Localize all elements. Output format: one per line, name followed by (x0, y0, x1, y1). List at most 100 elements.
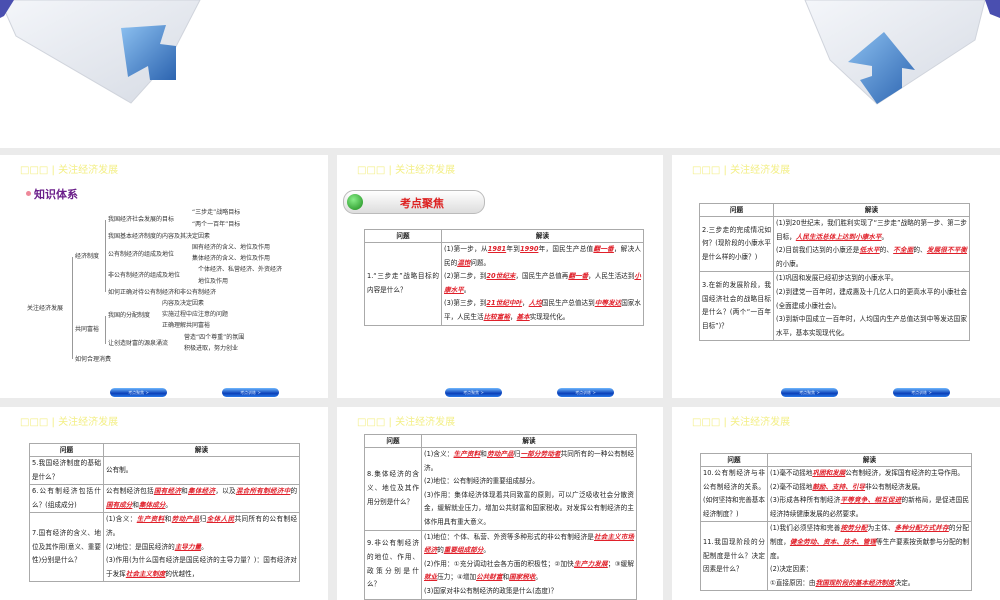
slide-focus-1[interactable]: □□□ | 关注经济发展 考点聚焦 问题 解读 1.“三步走”战略目标的内容是什么？… (337, 155, 663, 398)
table-header-row: 问题 解读 (364, 229, 644, 243)
column-header: 问题 (364, 229, 442, 243)
answer-paragraph: 公有制。 (106, 464, 297, 478)
answer-text: ；③缓解 (607, 559, 634, 568)
mindmap-node: 我国基本经济制度的内容及其决定因素 (108, 233, 211, 240)
highlighted-key-term: 主导力量 (174, 542, 202, 551)
answer-text: ， (522, 299, 529, 308)
mindmap-node: “两个一百年”目标 (192, 221, 241, 228)
answer-paragraph: (1)到20世纪末，我们胜利实现了“三步走”战略的第一步、第二步目标，人民生活总… (776, 217, 967, 244)
answer-text: 国民生产总值达到 (541, 299, 595, 308)
nav-next-button[interactable]: 考点训练 > (557, 388, 614, 397)
mindmap-node: 让创造财富的源泉涌流 (108, 340, 169, 347)
answer-text: 。 (201, 542, 208, 551)
answer-text: (1)第一步，从 (444, 245, 488, 253)
answer-text: 的 (290, 487, 298, 496)
answer-text: (2)第二步，到 (444, 272, 487, 281)
mindmap-node: 我国的分配制度 (108, 312, 151, 319)
green-orb-icon (347, 194, 363, 210)
answer-text: (2)目前我们达到的小康还是 (776, 246, 860, 255)
answer-paragraph: (2)地位：公有制经济的重要组成部分。 (424, 475, 634, 489)
question-cell: 9.非公有制经济的地位、作用、政策分别是什么？ (364, 529, 422, 600)
answer-text: 年到 (506, 245, 521, 253)
qa-table: 问题 解读 5.我国经济制度的基础是什么？ 公有制。 6.公有制经济包括什么？(组成成分… (29, 443, 300, 583)
answer-text: (3)形成各种所有制经济 (770, 496, 841, 505)
mindmap-bracket (105, 220, 106, 292)
mindmap-node: 如何合理消费 (75, 356, 112, 363)
nav-prev-button[interactable]: 考点聚焦 > (445, 388, 502, 397)
answer-paragraph: (2)第二步，到20世纪末，国民生产总值再翻一番，人民生活达到小康水平。 (444, 270, 641, 297)
answer-text: 的、 (913, 246, 927, 255)
slide-focus-5[interactable]: □□□ | 关注经济发展 问题 解读 10.公有制经济与非公有制经济的关系。(如何坚… (672, 407, 1000, 600)
nav-next-button[interactable]: 考点训练 > (222, 388, 279, 397)
mindmap-node: 国有经济的含义、地位及作用 (192, 244, 271, 251)
slide-focus-4[interactable]: □□□ | 关注经济发展 问题 解读 8.集体经济的含义、地位及其作用分别是什么？(… (337, 407, 663, 600)
mindmap-bracket (72, 257, 73, 359)
answer-text: 归 (199, 515, 207, 524)
slide-header: □□□ | 关注经济发展 (357, 165, 456, 176)
answer-paragraph: (1)第一步，从1981年到1990年，国民生产总值翻一番，解决人民的温饱问题。 (444, 243, 641, 270)
answer-text: 。 (483, 546, 490, 555)
slide-title-partial[interactable] (0, 0, 1000, 148)
banner-title: 考点聚焦 (400, 197, 444, 210)
answer-text: (2)到建党一百年时，建成惠及十几亿人口的更高水平的小康社会(全面建成小康社会)… (776, 287, 967, 310)
highlighted-key-term: 翻一番 (568, 272, 589, 281)
answer-paragraph: (3)作用：集体经济体现着共同致富的原则，可以广泛吸收社会分散资金，缓解就业压力… (424, 489, 634, 530)
highlighted-key-term: 比较富裕 (483, 312, 510, 321)
column-header: 解读 (421, 434, 637, 448)
mindmap-node: 共同富裕 (75, 326, 100, 333)
slide-focus-3[interactable]: □□□ | 关注经济发展 问题 解读 5.我国经济制度的基础是什么？ 公有制。 6.公有… (0, 407, 328, 600)
qa-table: 问题 解读 1.“三步走”战略目标的内容是什么？ (1)第一步，从1981年到1990… (364, 229, 644, 326)
highlighted-key-term: 低水平 (859, 246, 880, 255)
highlighted-key-term: 集体成分 (138, 500, 166, 509)
column-header: 问题 (29, 443, 104, 457)
nav-next-button[interactable]: 考点训练 > (893, 388, 950, 397)
answer-paragraph: (1)我们必须坚持和完善按劳分配为主体、多种分配方式并存的分配制度，健全劳动、资… (770, 522, 969, 563)
answer-paragraph: (1)地位：个体、私营、外资等多种形式的非公有制经济是社会主义市场经济的重要组成… (424, 531, 634, 558)
column-header: 解读 (103, 443, 300, 457)
mindmap-node: 实施过程中应注意的问题 (162, 311, 229, 318)
answer-text: 。 (881, 232, 889, 241)
answer-text: 非公有制经济发展。 (865, 482, 925, 491)
slide-focus-2[interactable]: □□□ | 关注经济发展 问题 解读 2.三步走的完成情况如何？(现阶段的小康水平是… (672, 155, 1000, 398)
question-cell: 5.我国经济制度的基础是什么？ (29, 455, 104, 486)
answer-paragraph: (2)决定因素： (770, 563, 969, 577)
nav-prev-button[interactable]: 考点聚焦 > (110, 388, 167, 397)
highlighted-key-term: 中等发达 (594, 299, 622, 308)
answer-paragraph: (1)巩固和发展已经初步达到的小康水平。 (776, 272, 967, 286)
answer-paragraph: (2)毫不动摇地鼓励、支持、引导非公有制经济发展。 (770, 481, 969, 495)
slide-knowledge-system[interactable]: □□□ | 关注经济发展 知识体系 关注经济发展 经济制度 共同富裕 如何合理消费 我… (0, 155, 328, 398)
answer-paragraph: (3)到新中国成立一百年时，人均国内生产总值达到中等发达国家水平，基本实现现代化… (776, 313, 967, 340)
table-header-row: 问题 解读 (29, 443, 300, 457)
answer-text: (2)作用：①充分调动社会各方面的积极性；②加快 (424, 559, 575, 568)
mindmap-node: 个体经济、私营经济、外资经济 (198, 266, 283, 273)
answer-text: (3)作用：集体经济体现着共同致富的原则，可以广泛吸收社会分散资金，缓解就业压力… (424, 490, 634, 526)
nav-prev-button[interactable]: 考点聚焦 > (781, 388, 838, 397)
highlighted-key-term: 公共财富 (476, 573, 503, 582)
answer-text: 。 (535, 573, 543, 582)
answer-text: 压力；④增加 (437, 573, 477, 582)
column-header: 问题 (700, 453, 768, 467)
answer-cell: (1)我们必须坚持和完善按劳分配为主体、多种分配方式并存的分配制度，健全劳动、资… (767, 521, 972, 592)
table-header-row: 问题 解读 (364, 434, 637, 448)
answer-text: 的、 (879, 246, 894, 255)
answer-text: (1)毫不动摇地 (770, 469, 813, 477)
answer-paragraph: (2)到建党一百年时，建成惠及十几亿人口的更高水平的小康社会(全面建成小康社会)… (776, 286, 967, 313)
column-header: 解读 (767, 453, 972, 467)
answer-cell: (1)毫不动摇地巩固和发展公有制经济，发挥国有经济的主导作用。 (2)毫不动摇地鼓… (767, 465, 972, 523)
column-header: 解读 (773, 203, 970, 217)
column-header: 问题 (699, 203, 774, 217)
answer-text: 的小康。 (776, 259, 803, 268)
bullet-icon (26, 191, 31, 196)
mindmap-root: 关注经济发展 (27, 305, 64, 312)
mindmap-node: 如何正确对待公有制经济和非公有制经济 (108, 289, 217, 296)
answer-text: (2)毫不动摇地 (770, 482, 813, 491)
slide-header: □□□ | 关注经济发展 (357, 417, 456, 428)
mindmap-node: 经济制度 (75, 253, 100, 260)
highlighted-key-term: 翻一番 (593, 245, 614, 253)
answer-text: 公有制经济，发挥国有经济的主导作用。 (845, 469, 964, 477)
answer-paragraph: (3)国家对非公有制经济的政策是什么(态度)？ (424, 585, 634, 599)
answer-text: ，人民生活达到 (588, 272, 635, 281)
answer-paragraph: (1)毫不动摇地巩固和发展公有制经济，发挥国有经济的主导作用。 (770, 467, 969, 481)
answer-cell: (1)含义：生产资料和劳动产品归全体人民共同所有的公有制经济。 (2)地位：是国民… (103, 512, 300, 583)
mindmap-bracket (105, 316, 106, 344)
